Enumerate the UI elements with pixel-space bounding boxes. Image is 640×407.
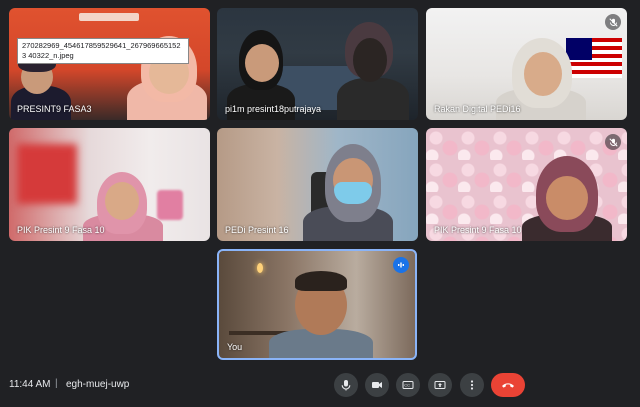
present-button[interactable]: [428, 373, 452, 397]
participant-name: You: [227, 342, 243, 352]
captions-icon: CC: [402, 381, 414, 389]
present-icon: [434, 381, 446, 389]
end-call-button[interactable]: [491, 373, 525, 397]
participant-tile-5[interactable]: PEDi Presint 16: [217, 128, 418, 241]
malaysia-flag-canton: [566, 38, 592, 60]
participant-name: Rakan Digital PEDi16: [434, 104, 521, 114]
participant-name: pi1m presint18putrajaya: [225, 104, 322, 114]
meeting-control-bar: 11:44 AM | egh-muej-uwp CC: [0, 362, 640, 407]
meeting-code[interactable]: egh-muej-uwp: [66, 379, 129, 390]
face-mask: [334, 182, 372, 204]
muted-microphone-icon: [605, 134, 621, 150]
pendant-lamp: [257, 263, 263, 273]
speaking-indicator-icon: [393, 257, 409, 273]
camera-icon: [372, 382, 382, 388]
participant-tile-4[interactable]: PIK Presint 9 Fasa 10: [9, 128, 210, 241]
more-options-button[interactable]: [460, 373, 484, 397]
participant-name: PEDi Presint 16: [225, 225, 289, 235]
participant-tile-1[interactable]: 270282969_454617859529641_2679696651523 …: [9, 8, 210, 120]
participant-name: PIK Presint 9 Fasa 10: [17, 225, 105, 235]
meeting-time: 11:44 AM: [9, 379, 51, 390]
microphone-icon: [341, 380, 351, 391]
wall-decoration: [79, 13, 139, 21]
muted-microphone-icon: [605, 14, 621, 30]
participant-tile-2[interactable]: pi1m presint18putrajaya: [217, 8, 418, 120]
self-view-tile[interactable]: You: [217, 249, 417, 360]
svg-text:CC: CC: [404, 383, 410, 388]
poster-blur: [17, 144, 77, 204]
participant-name: PRESINT9 FASA3: [17, 104, 92, 114]
end-call-icon: [502, 383, 514, 388]
file-name-tooltip: 270282969_454617859529641_2679696651523 …: [17, 38, 189, 64]
participant-tile-3[interactable]: Rakan Digital PEDi16: [426, 8, 627, 120]
camera-button[interactable]: [365, 373, 389, 397]
more-options-icon: [470, 380, 474, 390]
participant-name: PIK Presint 9 Fasa 10: [434, 225, 522, 235]
participant-tile-6[interactable]: PIK Presint 9 Fasa 10: [426, 128, 627, 241]
microphone-button[interactable]: [334, 373, 358, 397]
separator: |: [55, 378, 58, 389]
captions-button[interactable]: CC: [396, 373, 420, 397]
